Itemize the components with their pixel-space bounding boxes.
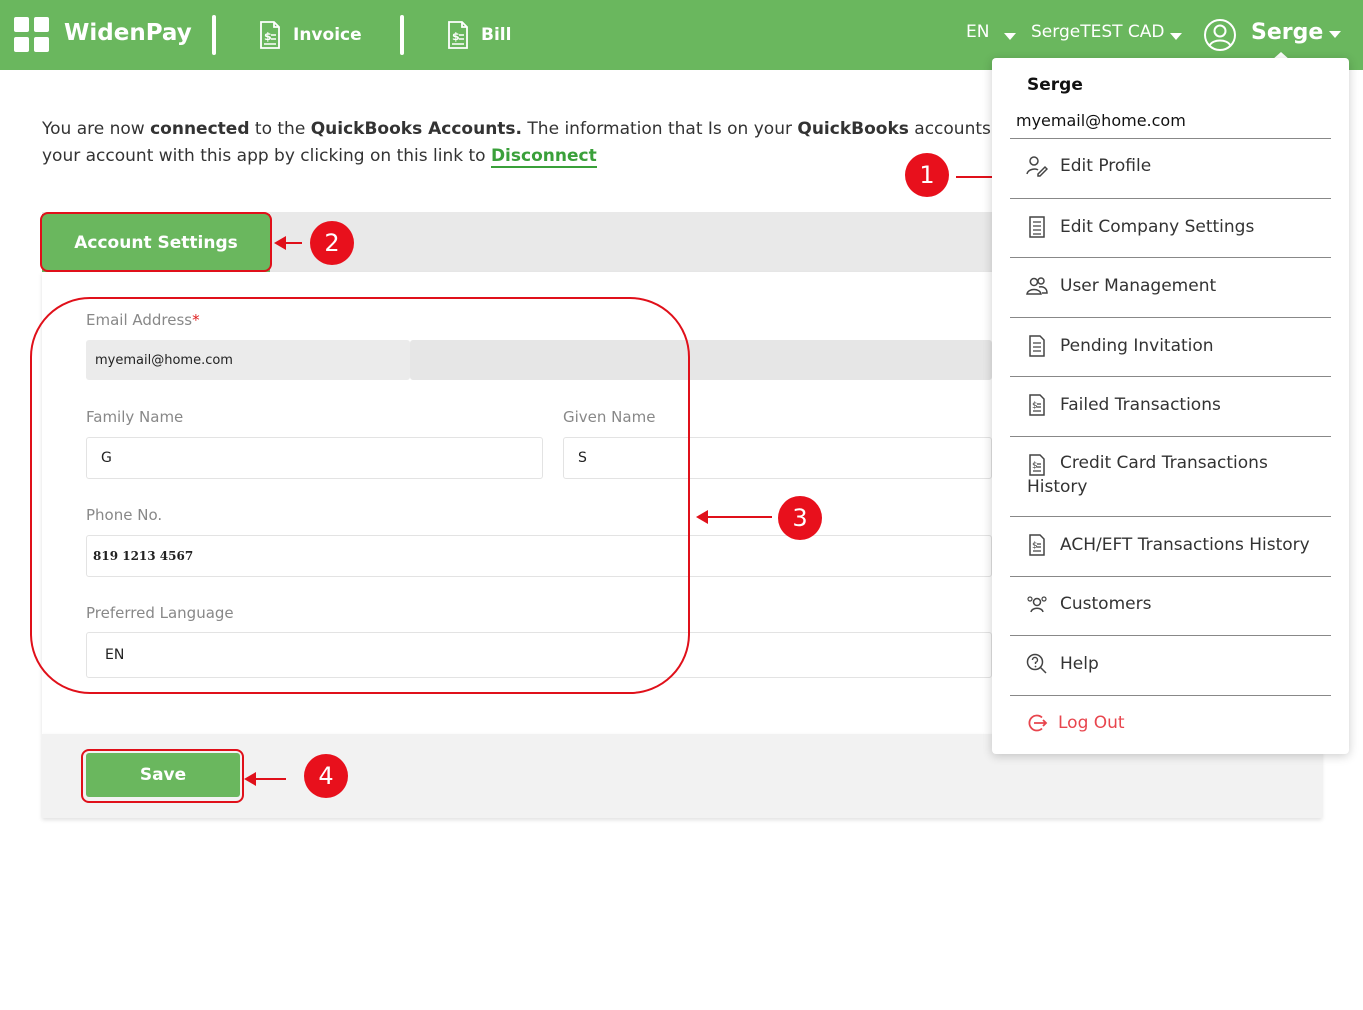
- annotation-arrow: [244, 772, 286, 786]
- svg-text:$: $: [264, 30, 272, 43]
- company-settings-icon: [1029, 216, 1045, 238]
- annotation-arrow: [274, 236, 302, 250]
- nav-bill-label: Bill: [481, 25, 512, 45]
- divider: [1010, 436, 1331, 437]
- logout-icon: [1028, 714, 1048, 732]
- edit-profile-icon: [1026, 156, 1048, 177]
- menu-item-log-out[interactable]: Log Out: [1026, 712, 1125, 734]
- menu-item-pending-invitation[interactable]: Pending Invitation: [1026, 335, 1214, 357]
- divider: [1010, 576, 1331, 577]
- document-icon: [1029, 335, 1045, 357]
- nav-divider: [212, 15, 216, 55]
- annotation-badge-2: 2: [310, 221, 354, 265]
- chevron-down-icon[interactable]: [1329, 31, 1341, 38]
- annotation-box-form: [30, 297, 690, 694]
- dropdown-user-email: myemail@home.com: [1016, 111, 1186, 130]
- document-dollar-icon: $: [1029, 394, 1045, 416]
- connection-message: You are now connected to the QuickBooks …: [42, 119, 1002, 168]
- annotation-box-tab: [40, 212, 272, 272]
- svg-text:$: $: [1032, 401, 1038, 411]
- customers-icon: [1027, 596, 1047, 613]
- menu-item-credit-card-history[interactable]: $ Credit Card Transactions: [1026, 453, 1268, 476]
- chevron-down-icon[interactable]: [1004, 33, 1016, 40]
- nav-divider: [400, 15, 404, 55]
- help-icon: [1026, 653, 1047, 674]
- disconnect-link[interactable]: Disconnect: [490, 146, 597, 168]
- divider: [1010, 516, 1331, 517]
- document-dollar-icon: $: [1029, 534, 1045, 556]
- nav-bill[interactable]: $ Bill: [447, 20, 511, 50]
- menu-item-edit-profile[interactable]: Edit Profile: [1026, 155, 1151, 177]
- svg-text:$: $: [452, 30, 460, 43]
- user-menu-name[interactable]: Serge: [1251, 20, 1323, 45]
- menu-item-help[interactable]: Help: [1026, 653, 1099, 675]
- divider: [1010, 635, 1331, 636]
- menu-item-user-management[interactable]: User Management: [1026, 275, 1216, 297]
- company-selector[interactable]: SergeTEST CAD: [1031, 22, 1165, 42]
- annotation-badge-3: 3: [778, 496, 822, 540]
- menu-item-edit-company-settings[interactable]: Edit Company Settings: [1026, 216, 1254, 238]
- brand-name[interactable]: WidenPay: [64, 20, 192, 46]
- menu-item-ach-eft-history[interactable]: $ ACH/EFT Transactions History: [1026, 534, 1310, 556]
- users-icon: [1026, 277, 1048, 295]
- divider: [1010, 376, 1331, 377]
- nav-invoice[interactable]: $ Invoice: [259, 20, 362, 50]
- divider: [1010, 198, 1331, 199]
- invoice-icon: $: [260, 21, 280, 49]
- svg-text:$: $: [1032, 461, 1038, 471]
- divider: [1010, 317, 1331, 318]
- divider: [1010, 695, 1331, 696]
- divider: [1010, 257, 1331, 258]
- dropdown-user-name: Serge: [1027, 75, 1083, 95]
- annotation-arrow: [696, 510, 772, 524]
- annotation-badge-4: 4: [304, 754, 348, 798]
- annotation-box-save: [81, 749, 244, 803]
- annotation-badge-1: 1: [905, 153, 949, 197]
- menu-item-credit-card-history-line2[interactable]: History: [1027, 477, 1087, 497]
- user-avatar-icon[interactable]: [1203, 18, 1237, 52]
- svg-text:$: $: [1032, 541, 1038, 551]
- language-selector[interactable]: EN: [966, 22, 989, 42]
- document-dollar-icon: $: [1029, 454, 1045, 476]
- menu-item-failed-transactions[interactable]: $ Failed Transactions: [1026, 394, 1221, 416]
- bill-icon: $: [448, 21, 468, 49]
- nav-invoice-label: Invoice: [293, 25, 362, 45]
- menu-item-customers[interactable]: Customers: [1026, 593, 1151, 615]
- chevron-down-icon[interactable]: [1170, 33, 1182, 40]
- app-grid-icon[interactable]: [14, 17, 50, 53]
- divider: [1010, 138, 1331, 139]
